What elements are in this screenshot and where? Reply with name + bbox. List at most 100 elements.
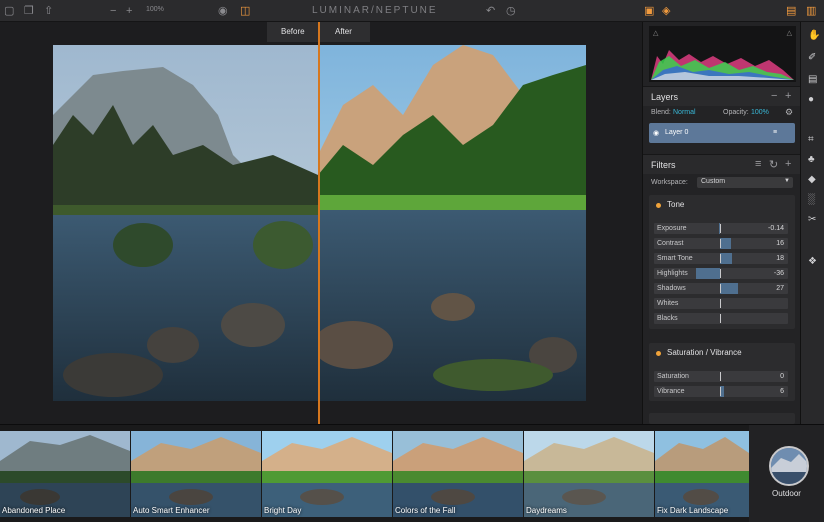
image-icon[interactable]: ▣ — [644, 4, 654, 18]
panel-layout-icon[interactable]: ▤ — [786, 4, 796, 18]
next-filter-group[interactable] — [649, 413, 795, 424]
zoom-level[interactable]: 100% — [146, 6, 164, 13]
radial-mask-icon[interactable]: ● — [808, 94, 814, 106]
preset-label: Bright Day — [264, 506, 302, 515]
whites-slider[interactable]: Whites — [654, 298, 788, 309]
preset-thumbnail[interactable]: Daydreams — [524, 431, 654, 517]
eraser-tool-icon[interactable]: ◆ — [808, 174, 816, 186]
layers-icon[interactable]: ◈ — [662, 4, 670, 18]
blacks-slider[interactable]: Blacks — [654, 313, 788, 324]
workspace-value: Custom — [701, 178, 726, 185]
saturation-group-header[interactable]: Saturation / Vibrance — [649, 343, 795, 363]
preset-thumbnail[interactable]: Auto Smart Enhancer — [131, 431, 261, 517]
zoom-in-icon[interactable]: + — [126, 4, 132, 18]
slider-value[interactable]: 0 — [780, 373, 784, 380]
compare-icon[interactable]: ◫ — [240, 4, 250, 18]
smart-tone-slider[interactable]: Smart Tone 18 — [654, 253, 788, 264]
add-layer-icon[interactable]: + — [785, 90, 791, 102]
hand-tool-icon[interactable]: ✋ — [808, 30, 820, 42]
slider-label: Contrast — [657, 240, 684, 247]
category-label: Outdoor — [772, 489, 801, 498]
layers-stack-icon[interactable]: ❐ — [24, 4, 34, 18]
eye-icon[interactable]: ◉ — [218, 4, 228, 18]
transform-tool-icon[interactable]: ✂ — [808, 214, 816, 226]
tone-group-title: Tone — [667, 200, 685, 209]
contrast-slider[interactable]: Contrast 16 — [654, 238, 788, 249]
opacity-value[interactable]: 100% — [751, 109, 769, 116]
layer-item[interactable]: ◉ Layer 0 ≡ — [649, 123, 795, 143]
vibrance-slider[interactable]: Vibrance 6 — [654, 386, 788, 397]
histogram: △ △ — [649, 26, 796, 82]
preset-category[interactable]: Outdoor — [749, 425, 824, 522]
exposure-slider[interactable]: Exposure -0.14 — [654, 223, 788, 234]
undo-icon[interactable]: ↶ — [486, 4, 495, 18]
image-canvas[interactable]: Before After — [0, 22, 642, 424]
filter-enabled-dot[interactable] — [656, 203, 661, 208]
filter-refresh-icon[interactable]: ↻ — [769, 158, 778, 171]
slider-value[interactable]: 27 — [776, 285, 784, 292]
slider-value[interactable]: -0.14 — [768, 225, 784, 232]
tone-filter-group: Tone Exposure -0.14 Contrast 16 Smart To… — [649, 195, 795, 329]
slider-label: Shadows — [657, 285, 686, 292]
preset-thumbnail[interactable]: Bright Day — [262, 431, 392, 517]
slider-label: Whites — [657, 300, 679, 307]
slider-value[interactable]: 6 — [780, 388, 784, 395]
filter-list-icon[interactable]: ≡ — [755, 158, 761, 170]
gradient-mask-icon[interactable]: ▤ — [808, 74, 817, 86]
saturation-group-title: Saturation / Vibrance — [667, 348, 742, 357]
crop-tool-icon[interactable]: ⌗ — [808, 134, 814, 146]
tone-group-header[interactable]: Tone — [649, 195, 795, 215]
split-handle[interactable] — [318, 22, 320, 424]
opacity-label: Opacity: — [723, 109, 749, 116]
blend-label: Blend: — [651, 109, 671, 116]
zoom-out-icon[interactable]: − — [110, 4, 116, 18]
right-panel: △ △ Layers − + Blend: Normal Opacity: 10… — [642, 22, 801, 424]
filter-enabled-dot[interactable] — [656, 351, 661, 356]
layers-collapse-icon[interactable]: − — [771, 90, 777, 102]
slider-value[interactable]: 18 — [776, 255, 784, 262]
app-title: LUMINAR/NEPTUNE — [312, 5, 438, 16]
folder-icon[interactable]: ▢ — [4, 4, 14, 18]
layers-header: Layers − + — [643, 86, 801, 106]
preset-label: Auto Smart Enhancer — [133, 506, 210, 515]
preset-label: Colors of the Fall — [395, 506, 456, 515]
slider-value[interactable]: -36 — [774, 270, 784, 277]
preset-label: Fix Dark Landscape — [657, 506, 729, 515]
blend-mode-value[interactable]: Normal — [673, 109, 696, 116]
shadows-slider[interactable]: Shadows 27 — [654, 283, 788, 294]
window-layout-icon[interactable]: ▥ — [806, 4, 816, 18]
plugins-icon[interactable]: ❖ — [808, 256, 817, 268]
highlights-slider[interactable]: Highlights -36 — [654, 268, 788, 279]
slider-label: Exposure — [657, 225, 687, 232]
preset-thumbnail[interactable]: Colors of the Fall — [393, 431, 523, 517]
layer-name: Layer 0 — [665, 129, 689, 136]
layer-adjust-icon[interactable]: ≡ — [773, 129, 777, 136]
saturation-slider[interactable]: Saturation 0 — [654, 371, 788, 382]
share-icon[interactable]: ⇧ — [44, 4, 53, 18]
layer-settings-gear-icon[interactable]: ⚙ — [785, 107, 793, 118]
slider-label: Saturation — [657, 373, 689, 380]
slider-label: Smart Tone — [657, 255, 693, 262]
slider-label: Vibrance — [657, 388, 685, 395]
after-button[interactable]: After — [335, 27, 352, 36]
chevron-down-icon: ▼ — [784, 178, 790, 184]
tool-strip: ✋ ✐ ▤ ● ⌗ ♣ ◆ ░ ✂ ❖ — [800, 22, 824, 424]
preset-thumbnail[interactable]: Abandoned Place — [0, 431, 130, 517]
brush-tool-icon[interactable]: ✐ — [808, 52, 816, 64]
slider-label: Blacks — [657, 315, 678, 322]
workspace-label: Workspace: — [651, 179, 688, 186]
clone-stamp-icon[interactable]: ♣ — [808, 154, 815, 166]
before-button[interactable]: Before — [281, 27, 305, 36]
workspace-select[interactable]: Custom ▼ — [697, 177, 793, 188]
top-toolbar: ▢ ❐ ⇧ − + 100% ◉ ◫ LUMINAR/NEPTUNE ↶ ◷ ▣… — [0, 0, 824, 22]
layer-visibility-eye-icon[interactable]: ◉ — [653, 129, 659, 137]
slider-value[interactable]: 16 — [776, 240, 784, 247]
noise-tool-icon[interactable]: ░ — [808, 194, 815, 206]
layers-title: Layers — [651, 92, 679, 102]
filters-header: Filters ≡ ↻ + — [643, 154, 801, 174]
preset-label: Daydreams — [526, 506, 567, 515]
preset-thumbnail[interactable]: Fix Dark Landscape — [655, 431, 749, 517]
add-filter-icon[interactable]: + — [785, 158, 791, 170]
history-icon[interactable]: ◷ — [506, 4, 516, 18]
filters-title: Filters — [651, 160, 676, 170]
